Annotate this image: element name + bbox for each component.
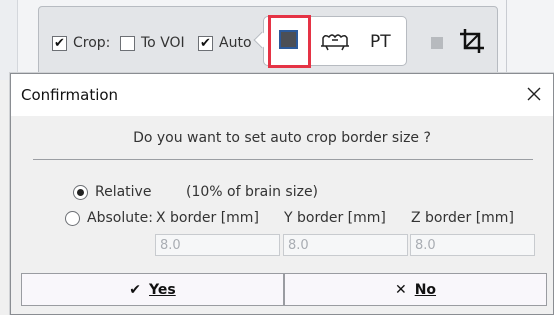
auto-checkbox-label: Auto: [219, 35, 252, 51]
pt-mode-button[interactable]: PT: [370, 32, 391, 52]
crop-icon[interactable]: [459, 28, 485, 54]
relative-note: (10% of brain size): [186, 184, 319, 200]
dialog-title: Confirmation: [21, 86, 119, 104]
y-border-label: Y border [mm]: [284, 210, 386, 226]
to-voi-checkbox[interactable]: To VOI: [120, 35, 185, 51]
no-button-label: No: [414, 281, 437, 298]
app-right-edge: [506, 0, 554, 80]
square-mode-icon: [279, 30, 298, 49]
to-voi-checkbox-label: To VOI: [141, 35, 185, 51]
auto-checkbox-box[interactable]: ✔: [198, 35, 213, 51]
x-border-field[interactable]: [155, 234, 280, 256]
yes-button[interactable]: ✔ Yes: [21, 273, 284, 306]
relative-radio-dot[interactable]: [73, 184, 88, 200]
auto-checkbox[interactable]: ✔ Auto: [198, 35, 252, 51]
close-icon[interactable]: [524, 84, 544, 104]
relative-radio[interactable]: Relative: [73, 184, 151, 200]
x-border-label: X border [mm]: [156, 210, 259, 226]
absolute-radio-label: Absolute:: [87, 210, 153, 226]
head-outline-icon[interactable]: [320, 28, 350, 52]
yes-button-label: Yes: [149, 281, 176, 298]
confirmation-dialog: Confirmation Do you want to set auto cro…: [10, 73, 554, 315]
y-border-field[interactable]: [283, 234, 408, 256]
crop-checkbox-label: Crop:: [73, 35, 111, 51]
z-border-label: Z border [mm]: [411, 210, 514, 226]
app-left-edge: [0, 0, 18, 80]
dialog-titlebar: Confirmation: [11, 74, 553, 116]
relative-radio-label: Relative: [95, 184, 152, 200]
z-border-field[interactable]: [410, 234, 535, 256]
crop-checkbox-box[interactable]: ✔: [52, 35, 67, 51]
checkmark-icon: ✔: [129, 281, 142, 298]
no-button[interactable]: ✕ No: [284, 273, 547, 306]
crop-checkbox[interactable]: ✔ Crop:: [52, 35, 110, 51]
separator: [33, 159, 533, 160]
to-voi-checkbox-box[interactable]: [120, 35, 135, 51]
absolute-radio-dot[interactable]: [65, 210, 80, 226]
x-icon: ✕: [394, 281, 407, 298]
dialog-question: Do you want to set auto crop border size…: [133, 130, 431, 146]
disabled-indicator: [431, 37, 443, 49]
absolute-radio[interactable]: Absolute:: [65, 210, 153, 226]
